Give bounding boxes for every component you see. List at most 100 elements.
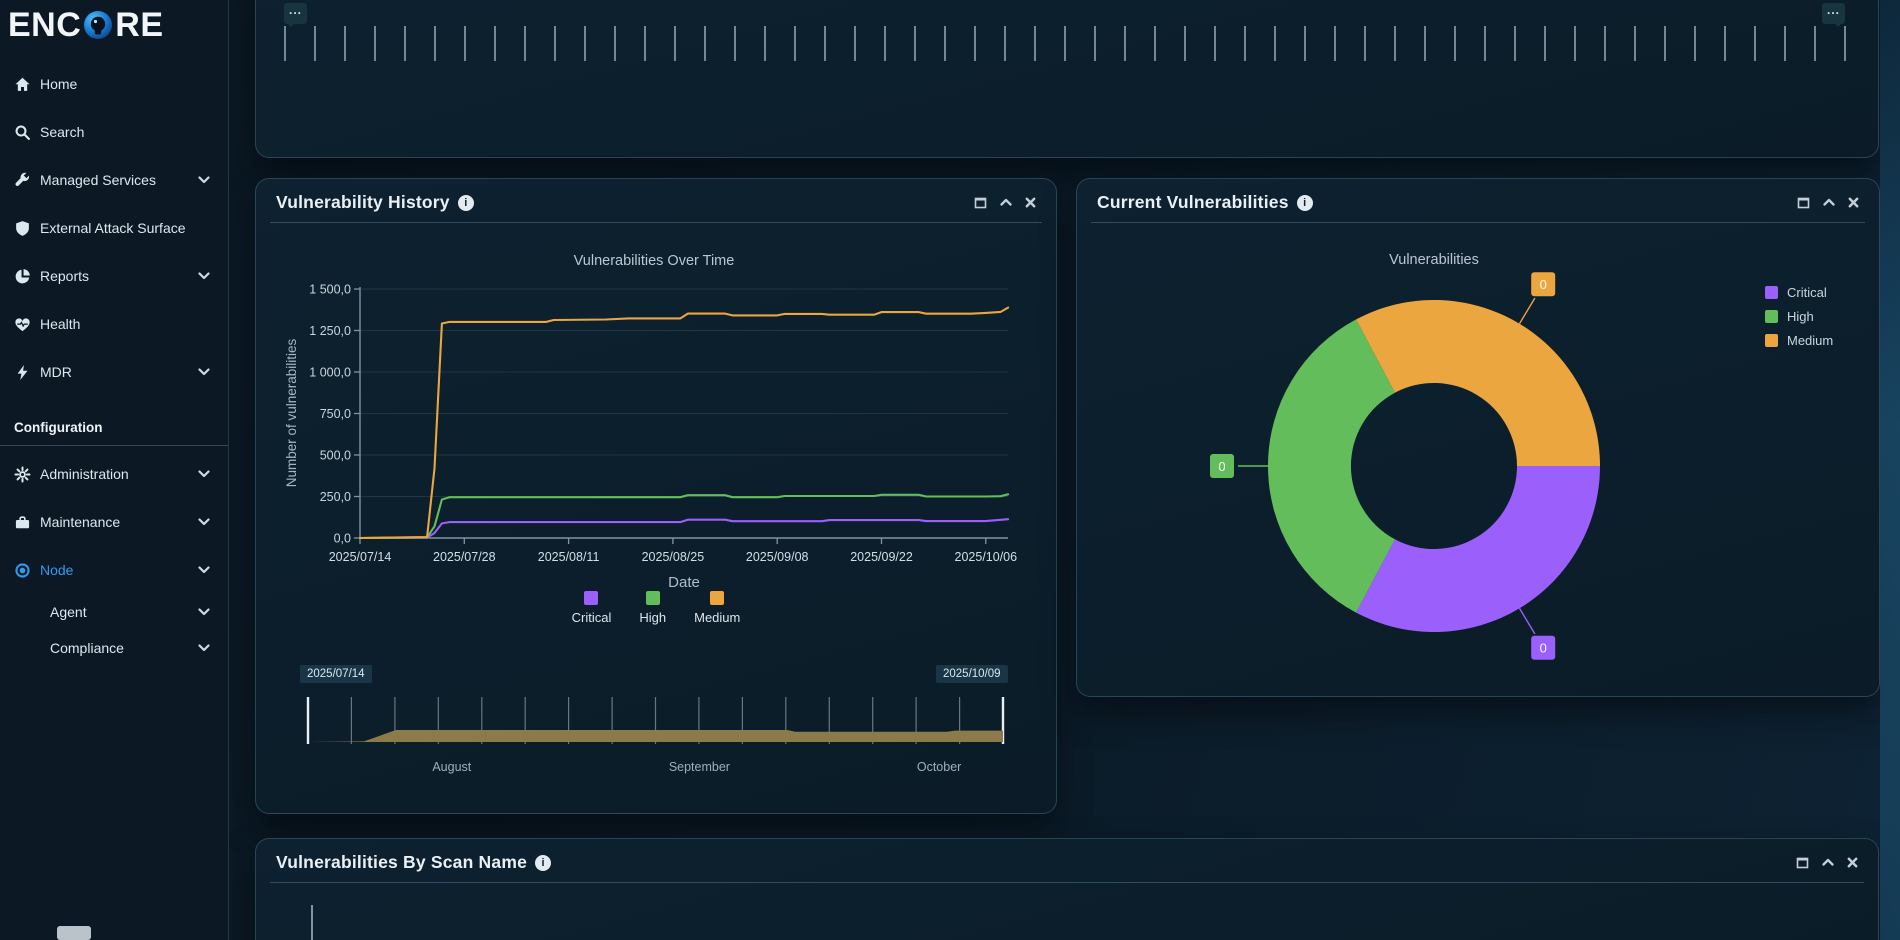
timeline-tick — [1604, 26, 1606, 61]
timeline-tick — [1844, 26, 1846, 61]
legend-item-high[interactable]: High — [1765, 309, 1833, 324]
maximize-button[interactable] — [1796, 856, 1809, 869]
sidebar-item-label: External Attack Surface — [40, 220, 186, 236]
timeline-tick — [1034, 26, 1036, 61]
legend-item-critical[interactable]: Critical — [1765, 285, 1833, 300]
svg-text:2025/08/25: 2025/08/25 — [642, 550, 705, 564]
donut-slice-critical — [1356, 466, 1600, 632]
svg-text:1 500,0: 1 500,0 — [309, 283, 351, 297]
brush-end-date-chip[interactable]: 2025/10/09 — [936, 665, 1008, 683]
chevron-down-icon — [198, 272, 210, 280]
timeline-tick — [1244, 26, 1246, 61]
svg-text:500,0: 500,0 — [320, 449, 351, 463]
timeline-tick — [884, 26, 886, 61]
sidebar-item-health[interactable]: Health — [0, 300, 228, 348]
gear-icon — [14, 466, 31, 483]
timeline-tick — [1484, 26, 1486, 61]
close-button[interactable] — [1847, 857, 1858, 868]
svg-text:September: September — [669, 760, 730, 774]
timeline-tick — [404, 26, 406, 61]
scan-chart-y-axis — [311, 905, 313, 940]
timeline-tick — [644, 26, 646, 61]
sidebar-item-node[interactable]: Node — [0, 546, 228, 594]
search-icon — [14, 124, 31, 141]
svg-text:August: August — [432, 760, 471, 774]
legend-swatch — [1765, 286, 1778, 299]
legend-item-high[interactable]: High — [639, 591, 666, 625]
chevron-down-icon — [198, 470, 210, 478]
node-icon — [14, 562, 31, 579]
chevron-down-icon — [198, 608, 210, 616]
brand-logo[interactable]: ENC RE — [0, 0, 228, 42]
timeline-tick — [854, 26, 856, 61]
donut-slice-high — [1268, 319, 1395, 612]
legend-swatch — [710, 591, 724, 605]
timeline-tick — [1304, 26, 1306, 61]
svg-text:750,0: 750,0 — [320, 407, 351, 421]
timeline-tick — [494, 26, 496, 61]
donut-chart-legend: Critical High Medium — [1765, 285, 1833, 348]
timeline-tick — [1064, 26, 1066, 61]
collapse-button[interactable] — [1822, 858, 1834, 867]
sidebar-item-maintenance[interactable]: Maintenance — [0, 498, 228, 546]
brand-logo-text-prefix: ENC — [8, 8, 81, 42]
svg-text:2025/08/11: 2025/08/11 — [538, 550, 600, 564]
timeline-tick — [434, 26, 436, 61]
sidebar-item-mdr[interactable]: MDR — [0, 348, 228, 396]
sidebar-nav-node-children: AgentCompliance — [0, 594, 228, 666]
timeline-tick — [1784, 26, 1786, 61]
legend-label: High — [1787, 309, 1814, 324]
legend-swatch — [646, 591, 660, 605]
app-root: ENC RE Home Search Managed Services Externa… — [0, 0, 1900, 940]
timeline-tick — [584, 26, 586, 61]
brush-start-date-chip[interactable]: 2025/07/14 — [300, 665, 372, 683]
legend-item-critical[interactable]: Critical — [572, 591, 612, 625]
sidebar-item-search[interactable]: Search — [0, 108, 228, 156]
sidebar-item-reports[interactable]: Reports — [0, 252, 228, 300]
sidebar-item-administration[interactable]: Administration — [0, 450, 228, 498]
timeline-tick — [734, 26, 736, 61]
sidebar-item-home[interactable]: Home — [0, 60, 228, 108]
legend-item-medium[interactable]: Medium — [694, 591, 740, 625]
svg-text:0: 0 — [1540, 641, 1547, 656]
legend-swatch — [584, 591, 598, 605]
timeline-right-overflow-tooltip[interactable]: ... — [1822, 3, 1845, 24]
svg-text:2025/07/14: 2025/07/14 — [329, 550, 392, 564]
legend-label: Critical — [572, 610, 612, 625]
chevron-down-icon — [198, 368, 210, 376]
svg-text:1 000,0: 1 000,0 — [309, 366, 351, 380]
timeline-tick — [1694, 26, 1696, 61]
timeline-tick — [764, 26, 766, 61]
timeline-tick — [704, 26, 706, 61]
timeline-tick — [1454, 26, 1456, 61]
sidebar-item-managed-services[interactable]: Managed Services — [0, 156, 228, 204]
svg-text:2025/09/22: 2025/09/22 — [850, 550, 913, 564]
legend-item-medium[interactable]: Medium — [1765, 333, 1833, 348]
lightbulb-logo-icon — [82, 9, 114, 41]
sidebar-item-external-attack-surface[interactable]: External Attack Surface — [0, 204, 228, 252]
timeline-left-overflow-tooltip[interactable]: ... — [284, 3, 307, 24]
svg-text:Date: Date — [668, 574, 700, 591]
legend-label: Medium — [694, 610, 740, 625]
svg-text:2025/07/28: 2025/07/28 — [433, 550, 496, 564]
legend-label: Critical — [1787, 285, 1827, 300]
legend-label: High — [639, 610, 666, 625]
sidebar-item-compliance[interactable]: Compliance — [0, 630, 228, 666]
timeline-tick — [1184, 26, 1186, 61]
sidebar-item-label: Home — [40, 76, 77, 92]
time-range-brush[interactable] — [301, 689, 1013, 751]
sidebar-item-label: Health — [40, 316, 80, 332]
timeline-tick — [314, 26, 316, 61]
timeline-tick — [1754, 26, 1756, 61]
timeline-tick — [1094, 26, 1096, 61]
sidebar-section-label: Configuration — [14, 420, 228, 435]
sidebar-item-agent[interactable]: Agent — [0, 594, 228, 630]
donut-slice-medium — [1356, 300, 1600, 466]
sidebar-item-label: Search — [40, 124, 84, 140]
chevron-down-icon — [198, 644, 210, 652]
svg-text:0: 0 — [1540, 277, 1547, 292]
timeline-tick — [1394, 26, 1396, 61]
wrench-icon — [14, 172, 31, 189]
info-icon[interactable]: i — [535, 855, 551, 871]
chevron-down-icon — [198, 566, 210, 574]
